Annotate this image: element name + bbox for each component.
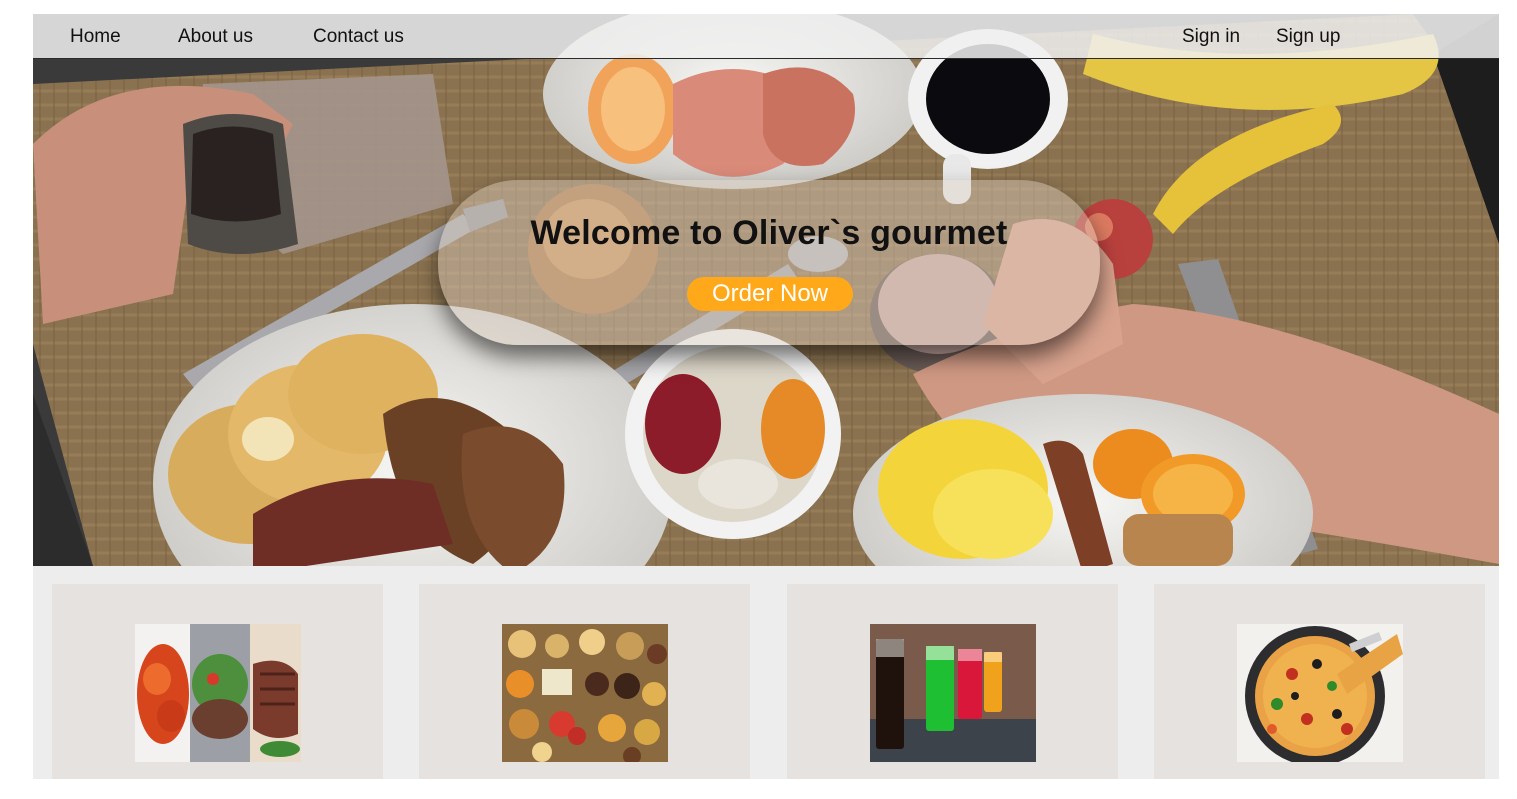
menu-card-3[interactable] [787, 584, 1118, 779]
menu-card-1[interactable] [52, 584, 383, 779]
menu-card-2[interactable] [419, 584, 750, 779]
welcome-title: Welcome to Oliver`s gourmet [530, 214, 1008, 252]
colored-drinks-photo[interactable] [870, 624, 1036, 762]
top-navbar: Home About us Contact us Sign in Sign up [33, 14, 1499, 59]
sign-in-link[interactable]: Sign in [1182, 26, 1240, 48]
hero-banner: Home About us Contact us Sign in Sign up… [33, 14, 1499, 566]
menu-card-4[interactable] [1154, 584, 1485, 779]
page: Home About us Contact us Sign in Sign up… [33, 14, 1499, 779]
nav-link-home[interactable]: Home [70, 26, 121, 48]
welcome-panel: Welcome to Oliver`s gourmet Order Now [438, 180, 1100, 345]
order-now-button[interactable]: Order Now [687, 277, 853, 311]
snack-platter-photo[interactable] [502, 624, 668, 762]
wings-salad-steak-photo[interactable] [135, 624, 301, 762]
sign-up-link[interactable]: Sign up [1276, 26, 1340, 48]
pizza-photo[interactable] [1237, 624, 1403, 762]
nav-link-about-us[interactable]: About us [178, 26, 253, 48]
nav-link-contact-us[interactable]: Contact us [313, 26, 404, 48]
